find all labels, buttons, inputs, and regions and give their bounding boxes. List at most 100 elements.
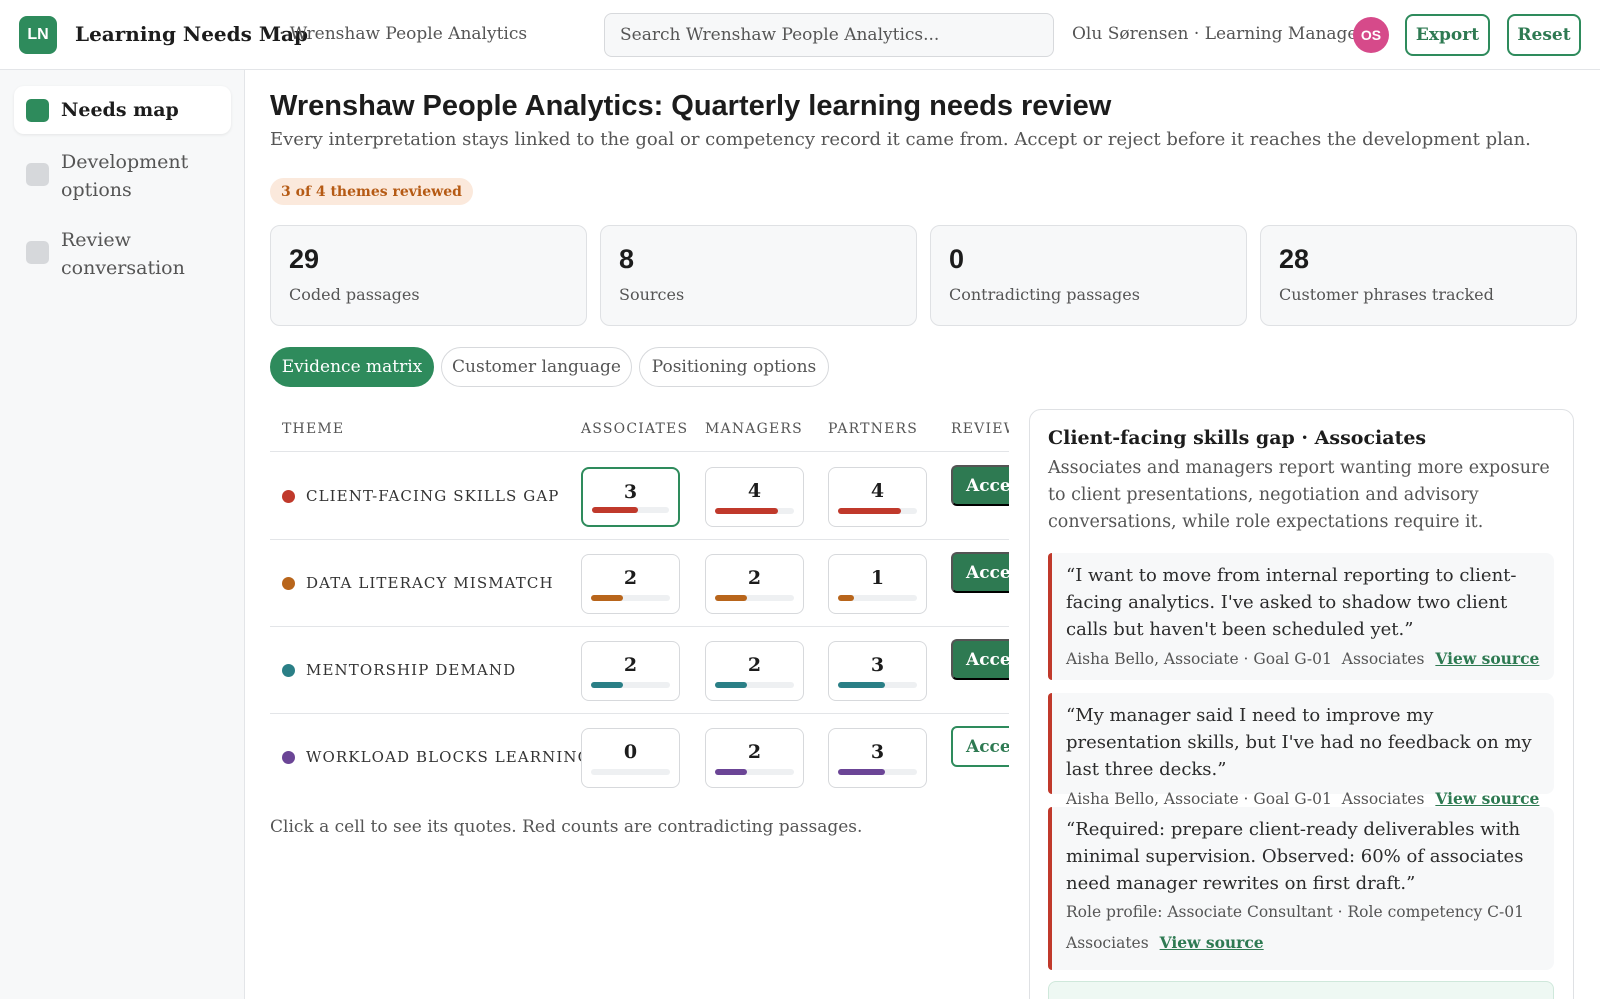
tab-positioning-options[interactable]: Positioning options (639, 347, 829, 387)
cell-count: 2 (747, 567, 762, 589)
count-bar-fill (838, 508, 902, 514)
tab-evidence-matrix[interactable]: Evidence matrix (270, 347, 434, 387)
cell-count: 3 (623, 481, 638, 503)
matrix-cell-associates[interactable]: 0 (581, 728, 680, 788)
quote-card: “My manager said I need to improve my pr… (1048, 693, 1554, 808)
stat-value: 0 (949, 244, 965, 274)
stat-label: Customer phrases tracked (1279, 285, 1494, 304)
cell-count: 0 (623, 741, 638, 763)
quote-text: “My manager said I need to improve my pr… (1066, 705, 1532, 780)
column-header-review: REVIEW (951, 421, 1009, 437)
table-row: CLIENT-FACING SKILLS GAP 3 4 4 Accept (270, 453, 1009, 540)
detail-description: Associates and managers report wanting m… (1048, 458, 1550, 532)
count-bar-fill (715, 682, 747, 688)
cell-count: 3 (870, 654, 885, 676)
count-bar (838, 682, 917, 688)
count-bar (591, 682, 670, 688)
search-input[interactable] (604, 13, 1054, 57)
quote-card: “Required: prepare client-ready delivera… (1048, 807, 1554, 970)
matrix-cell-partners[interactable]: 3 (828, 641, 927, 701)
sidebar-item-label: Review conversation (61, 229, 185, 279)
matrix-cell-partners[interactable]: 4 (828, 467, 927, 527)
quote-group: Associates (1341, 790, 1425, 808)
count-bar (592, 507, 669, 513)
development-options-icon (26, 163, 49, 186)
count-bar-fill (591, 595, 623, 601)
column-header-associates: ASSOCIATES (581, 421, 689, 437)
top-bar: LN Learning Needs Map · Wrenshaw People … (0, 0, 1600, 70)
view-source-link[interactable]: View source (1435, 649, 1539, 668)
count-bar-fill (838, 595, 854, 601)
user-info: Olu Sørensen · Learning Manager (1072, 24, 1366, 44)
matrix-cell-associates[interactable]: 2 (581, 641, 680, 701)
matrix-cell-partners[interactable]: 1 (828, 554, 927, 614)
matrix-cell-managers[interactable]: 2 (705, 554, 804, 614)
cell-count: 4 (747, 480, 762, 502)
matrix-cell-partners[interactable]: 3 (828, 728, 927, 788)
cell-count: 1 (870, 567, 885, 589)
sidebar-item-label: Development options (61, 151, 189, 201)
evidence-matrix: THEME ASSOCIATES MANAGERS PARTNERS REVIE… (270, 409, 1009, 800)
accept-button[interactable]: Accept (951, 552, 1009, 593)
count-bar (715, 508, 794, 514)
theme-label: WORKLOAD BLOCKS LEARNING (282, 714, 591, 800)
cell-count: 2 (747, 654, 762, 676)
count-bar-fill (715, 595, 747, 601)
theme-label: MENTORSHIP DEMAND (282, 627, 516, 713)
matrix-cell-managers[interactable]: 2 (705, 641, 804, 701)
table-row: WORKLOAD BLOCKS LEARNING 0 2 3 Accept (270, 714, 1009, 800)
count-bar (838, 595, 917, 601)
cell-count: 2 (623, 567, 638, 589)
accept-button[interactable]: Accept (951, 726, 1009, 767)
stat-value: 28 (1279, 244, 1310, 274)
quote-meta: Associates View source (1066, 933, 1540, 952)
stat-value: 8 (619, 244, 635, 274)
table-row: MENTORSHIP DEMAND 2 2 3 Accept (270, 627, 1009, 714)
sidebar-item-review-conversation[interactable]: Review conversation (14, 216, 231, 292)
page-description: Every interpretation stays linked to the… (270, 129, 1531, 150)
sidebar-item-development-options[interactable]: Development options (14, 138, 231, 214)
sidebar-item-label: Needs map (61, 99, 179, 121)
matrix-cell-associates[interactable]: 3 (581, 467, 680, 527)
next-quote-card (1048, 981, 1554, 999)
theme-name: MENTORSHIP DEMAND (306, 661, 517, 679)
matrix-cell-managers[interactable]: 4 (705, 467, 804, 527)
status-badge: 3 of 4 themes reviewed (270, 178, 473, 205)
quote-group: Associates (1341, 650, 1425, 668)
app-logo: LN (19, 16, 57, 54)
count-bar-fill (592, 507, 639, 513)
page-title: Wrenshaw People Analytics: Quarterly lea… (270, 90, 1112, 122)
tab-customer-language[interactable]: Customer language (441, 347, 632, 387)
stat-card-contradicting-passages: 0 Contradicting passages (930, 225, 1247, 326)
accept-button[interactable]: Accept (951, 639, 1009, 680)
reset-button[interactable]: Reset (1507, 14, 1581, 56)
theme-dot-icon (282, 576, 295, 590)
column-header-managers: MANAGERS (705, 421, 803, 437)
quote-meta: Aisha Bello, Associate · Goal G-01 Assoc… (1066, 649, 1540, 668)
sidebar-item-needs-map[interactable]: Needs map (14, 86, 231, 134)
count-bar-fill (591, 682, 623, 688)
export-button[interactable]: Export (1405, 14, 1490, 56)
avatar[interactable]: OS (1353, 17, 1389, 53)
cell-count: 4 (870, 480, 885, 502)
count-bar-fill (715, 508, 779, 514)
quote-text: “Required: prepare client-ready delivera… (1066, 819, 1524, 894)
count-bar (715, 769, 794, 775)
accept-button[interactable]: Accept (951, 465, 1009, 506)
view-source-link[interactable]: View source (1160, 933, 1264, 952)
view-source-link[interactable]: View source (1435, 789, 1539, 808)
theme-dot-icon (282, 663, 295, 677)
matrix-cell-associates[interactable]: 2 (581, 554, 680, 614)
matrix-cell-managers[interactable]: 2 (705, 728, 804, 788)
column-header-theme: THEME (282, 421, 345, 437)
column-header-partners: PARTNERS (828, 421, 919, 437)
cell-count: 2 (747, 741, 762, 763)
workspace-name: · Wrenshaw People Analytics (279, 24, 528, 44)
stat-label: Coded passages (289, 285, 420, 304)
count-bar (591, 595, 670, 601)
matrix-hint: Click a cell to see its quotes. Red coun… (270, 817, 863, 837)
stat-card-sources: 8 Sources (600, 225, 917, 326)
needs-map-icon (26, 99, 49, 122)
quote-source: Aisha Bello, Associate · Goal G-01 (1066, 790, 1332, 808)
quote-source: Aisha Bello, Associate · Goal G-01 (1066, 650, 1332, 668)
